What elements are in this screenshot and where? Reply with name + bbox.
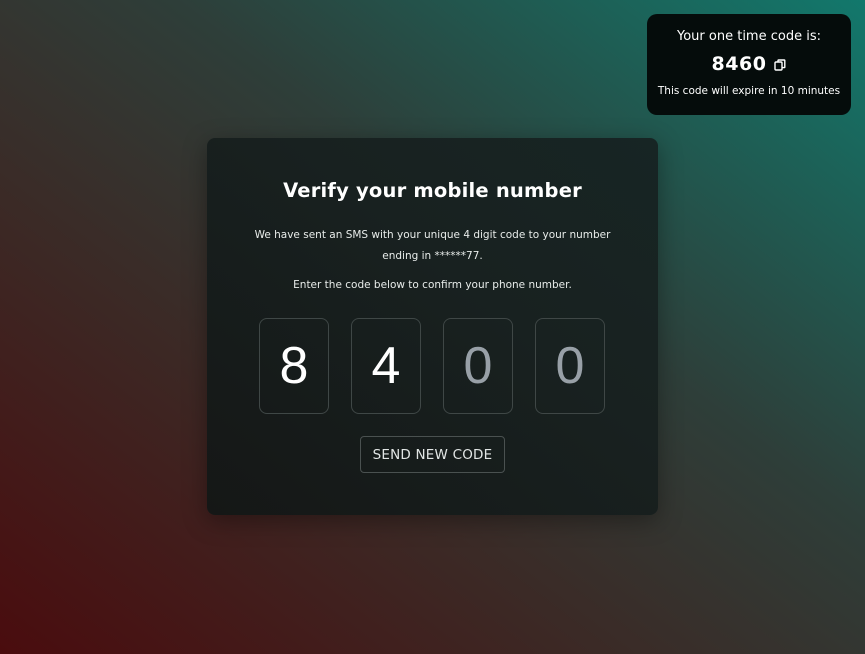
toast-expiry-note: This code will expire in 10 minutes [657,85,841,97]
one-time-code: 8460 [711,53,767,75]
copy-icon[interactable] [774,59,786,71]
toast-code-row: 8460 [647,53,851,75]
enter-code-instruction: Enter the code below to confirm your pho… [293,279,572,291]
code-input-group: 8 4 0 0 [259,318,605,414]
code-digit-input-4[interactable]: 0 [535,318,605,414]
code-digit-input-2[interactable]: 4 [351,318,421,414]
verify-card: Verify your mobile number We have sent a… [207,138,658,515]
sms-sent-message: We have sent an SMS with your unique 4 d… [254,229,611,262]
toast-title: Your one time code is: [677,29,821,44]
code-digit-input-1[interactable]: 8 [259,318,329,414]
send-new-code-button[interactable]: SEND NEW CODE [360,436,505,473]
card-title: Verify your mobile number [283,179,582,202]
one-time-code-toast: Your one time code is: 8460 This code wi… [647,14,851,115]
code-digit-input-3[interactable]: 0 [443,318,513,414]
